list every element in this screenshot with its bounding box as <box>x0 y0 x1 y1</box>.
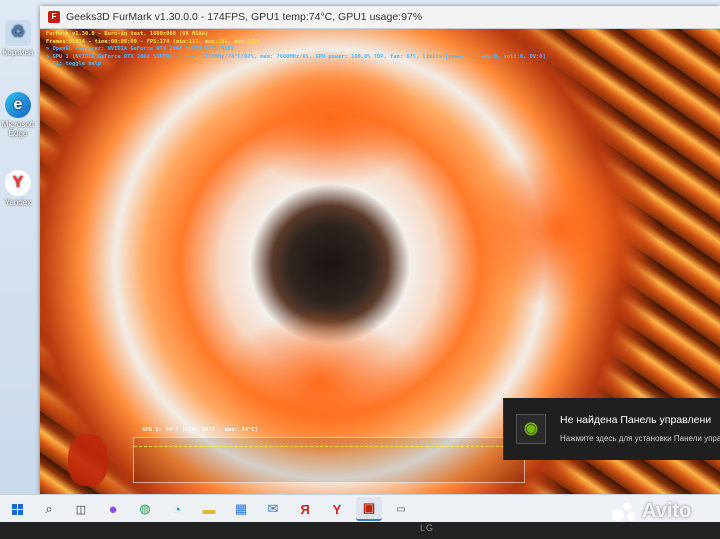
hud-line: > GPU 1 (NVIDIA GeForce RTX 2060 SUPER) … <box>46 53 546 60</box>
desktop-icon-label: Yandex <box>4 198 32 207</box>
furmark-logo <box>68 434 108 486</box>
fur-flame <box>460 149 660 309</box>
start-button[interactable] <box>4 498 30 520</box>
search-icon[interactable]: ⌕ <box>36 498 62 520</box>
hud-line: > OpenGL renderer: NVIDIA GeForce RTX 20… <box>46 46 235 53</box>
temperature-line <box>134 446 524 447</box>
notification-body: Нажмите здесь для установки Панели управ… <box>560 434 720 443</box>
gpu-temperature-graph: GPU 1: 74°C (min: 54°C - max: 74°C) <box>133 427 525 483</box>
edge-icon: e <box>5 92 31 118</box>
desktop-icon-edge[interactable]: e Microsoft Edge <box>0 92 36 138</box>
fur-flame <box>240 49 420 189</box>
hud-overlay: FurMark v1.30.0 - Burn-in test, 1600x900… <box>46 31 546 69</box>
window-titlebar[interactable]: F Geeks3D FurMark v1.30.0.0 - 174FPS, GP… <box>40 6 720 29</box>
chrome-icon[interactable]: ◍ <box>132 498 158 520</box>
hud-line: FurMark v1.30.0 - Burn-in test, 1600x900… <box>46 31 209 37</box>
furmark-app-icon: F <box>48 11 60 23</box>
recycle-bin-icon: ♻ <box>5 20 31 46</box>
furmark-icon[interactable]: ▣ <box>356 497 382 521</box>
window-title: Geeks3D FurMark v1.30.0.0 - 174FPS, GPU1… <box>66 11 423 23</box>
task-view-icon[interactable]: ◫ <box>68 498 94 520</box>
desktop-screen: ♻ Корзина e Microsoft Edge Y Yandex F Ge… <box>0 0 720 522</box>
desktop-icon-recycle-bin[interactable]: ♻ Корзина <box>0 20 36 57</box>
desktop-icon-label: Microsoft Edge <box>1 120 35 138</box>
avito-watermark: Avito <box>612 500 691 523</box>
notification-title: Не найдена Панель управлени <box>560 414 712 426</box>
alice-icon[interactable]: ● <box>100 498 126 520</box>
watermark-text: Avito <box>642 500 692 522</box>
yandex-icon: Y <box>5 170 31 196</box>
avito-logo-icon <box>612 501 638 523</box>
nvidia-icon: ◉ <box>516 414 546 444</box>
monitor-bezel: ♻ Корзина e Microsoft Edge Y Yandex F Ge… <box>0 0 720 539</box>
file-explorer-icon[interactable]: ▬ <box>196 498 222 520</box>
store-icon[interactable]: ▦ <box>228 498 254 520</box>
graph-label: GPU 1: 74°C (min: 54°C - max: 74°C) <box>142 427 258 433</box>
hud-line: - F1: toggle help <box>46 61 102 68</box>
desktop-icon-label: Корзина <box>2 48 34 57</box>
extra-app-icon[interactable]: ▭ <box>388 498 414 520</box>
nvidia-notification[interactable]: ◉ Не найдена Панель управлени Нажмите зд… <box>503 398 720 460</box>
desktop-icon-yandex[interactable]: Y Yandex <box>0 170 36 207</box>
monitor-brand-logo: LG <box>420 523 435 533</box>
yandex-browser-icon[interactable]: Y <box>324 498 350 520</box>
hud-line: Frames:85014 - time:00:08:09 - FPS:174 (… <box>46 38 261 45</box>
edge-icon[interactable]: ◔ <box>164 498 190 520</box>
yandex-icon[interactable]: Я <box>292 498 318 520</box>
windows-logo-icon <box>11 503 23 515</box>
mail-icon[interactable]: ✉ <box>260 498 286 520</box>
